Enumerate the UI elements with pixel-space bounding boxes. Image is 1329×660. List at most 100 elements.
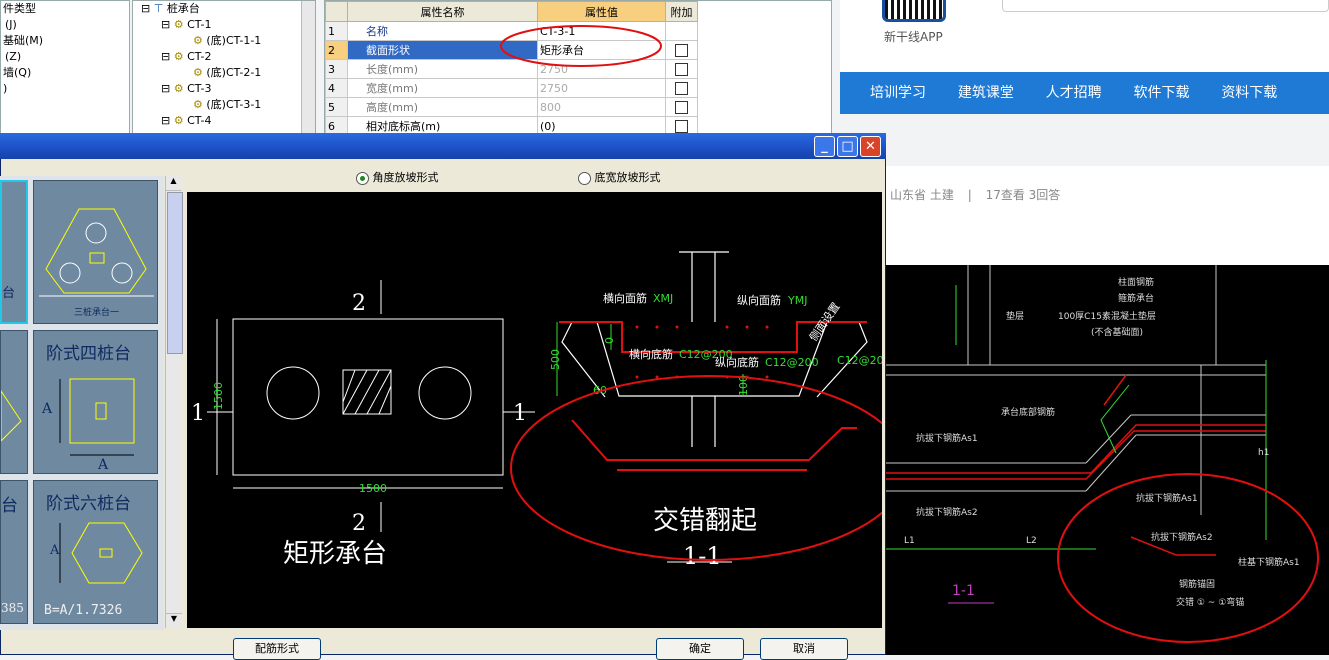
site-nav: 培训学习 建筑课堂 人才招聘 软件下载 资料下载 xyxy=(840,72,1329,114)
meta-province: 山东省 xyxy=(890,188,927,202)
section-mark: 1 xyxy=(191,401,205,426)
nav-item-docs[interactable]: 资料下载 xyxy=(1221,72,1277,114)
thumb-partial[interactable]: 台 385 xyxy=(0,480,28,624)
radio-width-option[interactable]: 底宽放坡形式 xyxy=(578,169,661,185)
gear-icon: ⚙ xyxy=(173,18,184,31)
tree-item[interactable]: (J) xyxy=(1,17,129,33)
extra-checkbox[interactable] xyxy=(675,100,688,114)
row-number: 2 xyxy=(325,40,348,60)
table-row[interactable]: 4 宽度(mm) 2750 xyxy=(325,78,698,98)
thumb-selected[interactable]: 台 xyxy=(0,180,28,324)
nav-item-classroom[interactable]: 建筑课堂 xyxy=(958,72,1014,114)
cad-note: 垫层 xyxy=(1006,310,1024,322)
rebar-value: C12@200 xyxy=(837,354,882,367)
tree-node[interactable]: ⊟ ⚙ CT-1 xyxy=(133,17,315,33)
collapse-icon[interactable]: ⊟ xyxy=(141,2,150,15)
four-pile-diagram xyxy=(59,378,135,456)
tree-node-root[interactable]: ⊟ ⊤ 桩承台 xyxy=(133,1,315,17)
prop-extra xyxy=(665,97,698,117)
ok-button[interactable]: 确定 xyxy=(656,638,744,660)
tree-node[interactable]: ⚙ (底)CT-3-1 xyxy=(133,97,315,113)
tree-item[interactable]: 件类型 xyxy=(1,1,129,17)
scroll-down-icon[interactable]: ▼ xyxy=(166,613,182,628)
thumb-partial[interactable] xyxy=(0,330,28,474)
rebar-label: 横向底筋 xyxy=(629,347,673,361)
pile-cap-drawing: 2 2 1 1 矩形承台 交错翻起 1-1 1500 1500 500 0 10… xyxy=(191,251,882,570)
thumb-three-pile[interactable]: 三桩承台一 xyxy=(33,180,158,324)
meta-answers: 3回答 xyxy=(1028,188,1061,202)
prop-extra xyxy=(665,21,698,41)
radio-button-checked[interactable] xyxy=(356,171,369,185)
tree-item[interactable]: (Z) xyxy=(1,49,129,65)
section-title: 1-1 xyxy=(683,542,722,570)
cad-dim: L1 xyxy=(904,536,915,546)
prop-value[interactable]: 2750 xyxy=(537,78,666,98)
tree-item[interactable]: 墙(Q) xyxy=(1,65,129,81)
cad-dim: h1 xyxy=(1258,448,1269,458)
component-tree[interactable]: ⊟ ⊤ 桩承台 ⊟ ⚙ CT-1 ⚙ (底)CT-1-1 ⊟ ⚙ CT-2 ⚙ … xyxy=(132,0,316,135)
tree-node-label: (底)CT-2-1 xyxy=(206,66,262,79)
radio-button[interactable] xyxy=(578,171,591,185)
table-row[interactable]: 5 高度(mm) 800 xyxy=(325,97,698,117)
tree-node[interactable]: ⊟ ⚙ CT-2 xyxy=(133,49,315,65)
extra-checkbox[interactable] xyxy=(675,62,688,76)
tree-node[interactable]: ⊟ ⚙ CT-4 xyxy=(133,113,315,129)
cancel-button[interactable]: 取消 xyxy=(760,638,848,660)
tree-node-label: CT-1 xyxy=(187,18,212,31)
tree-node[interactable]: ⚙ (底)CT-1-1 xyxy=(133,33,315,49)
property-grid[interactable]: 属性名称 属性值 附加 1 名称 CT-3-1 2 截面形状 矩形承台 3 长度… xyxy=(324,0,832,136)
minimize-icon[interactable]: _ xyxy=(814,136,835,157)
dim-height: 1500 xyxy=(212,382,225,410)
reinforcement-form-button[interactable]: 配筋形式 xyxy=(233,638,321,660)
search-input[interactable] xyxy=(1002,0,1329,12)
tree-item[interactable]: 基础(M) xyxy=(1,33,129,49)
nav-item-software[interactable]: 软件下载 xyxy=(1133,72,1189,114)
drawing-canvas[interactable]: 2 2 1 1 矩形承台 交错翻起 1-1 1500 1500 500 0 10… xyxy=(187,192,882,628)
component-type-tree[interactable]: 件类型 (J) 基础(M) (Z) 墙(Q) ) xyxy=(0,0,130,135)
row-number: 1 xyxy=(325,21,348,41)
radio-angle-option[interactable]: 角度放坡形式 xyxy=(356,169,439,185)
rebar-label: 纵向面筋 xyxy=(737,293,781,307)
highlight-ellipse xyxy=(1057,473,1319,643)
nav-item-jobs[interactable]: 人才招聘 xyxy=(1046,72,1102,114)
radio-label: 角度放坡形式 xyxy=(372,171,439,184)
scroll-thumb[interactable] xyxy=(167,192,183,354)
question-meta: 山东省 土建 | 17查看 3回答 xyxy=(890,188,1061,202)
cad-note: (不含基础面) xyxy=(1091,326,1143,338)
extra-checkbox[interactable] xyxy=(675,43,688,57)
dialog-titlebar[interactable]: _ □ ✕ xyxy=(0,133,886,159)
tree-node[interactable]: ⚙ (底)CT-2-1 xyxy=(133,65,315,81)
close-icon[interactable]: ✕ xyxy=(860,136,881,157)
cad-note: 箍筋承台 xyxy=(1118,292,1154,304)
thumb-fragment: 台 xyxy=(1,496,18,516)
prop-value[interactable]: 800 xyxy=(537,97,666,117)
rebar-value: XMJ xyxy=(653,292,673,305)
thumb-stepped-four-pile[interactable]: 阶式四桩台 A A xyxy=(33,330,158,474)
scroll-up-icon[interactable]: ▲ xyxy=(166,176,181,191)
section-mark: 1 xyxy=(513,401,527,426)
cad-label: 抗拔下钢筋As2 xyxy=(916,506,978,518)
qr-code-icon xyxy=(882,0,946,22)
row-number: 3 xyxy=(325,59,348,79)
cad-label: 抗拔下钢筋As1 xyxy=(916,432,978,444)
extra-checkbox[interactable] xyxy=(675,81,688,95)
prop-extra xyxy=(665,40,698,60)
extra-checkbox[interactable] xyxy=(675,119,688,133)
dim-label: A xyxy=(42,401,53,417)
maximize-icon[interactable]: □ xyxy=(837,136,858,157)
thumbs-scrollbar[interactable]: ▲ ▼ xyxy=(165,176,183,628)
tree-node[interactable]: ⊟ ⚙ CT-3 xyxy=(133,81,315,97)
pile-cap-icon: ⊤ xyxy=(153,2,164,15)
thumb-stepped-six-pile[interactable]: 阶式六桩台 A B=A/1.7326 xyxy=(33,480,158,624)
tree-scrollbar[interactable] xyxy=(301,1,315,134)
nav-item-training[interactable]: 培训学习 xyxy=(870,72,926,114)
shape-thumbnails[interactable]: 台 三桩承台一 阶式四桩台 A A 台 385 阶式六桩台 A B=A/1.73… xyxy=(0,176,164,630)
tree-item[interactable]: ) xyxy=(1,81,129,97)
tree-node-label: CT-2 xyxy=(187,50,212,63)
dim-width: 1500 xyxy=(359,482,387,495)
prop-extra xyxy=(665,59,698,79)
highlight-ellipse xyxy=(500,25,662,67)
partial-diagram xyxy=(0,389,22,443)
prop-name: 高度(mm) xyxy=(347,97,538,117)
thumb-fragment: 385 xyxy=(1,601,24,615)
